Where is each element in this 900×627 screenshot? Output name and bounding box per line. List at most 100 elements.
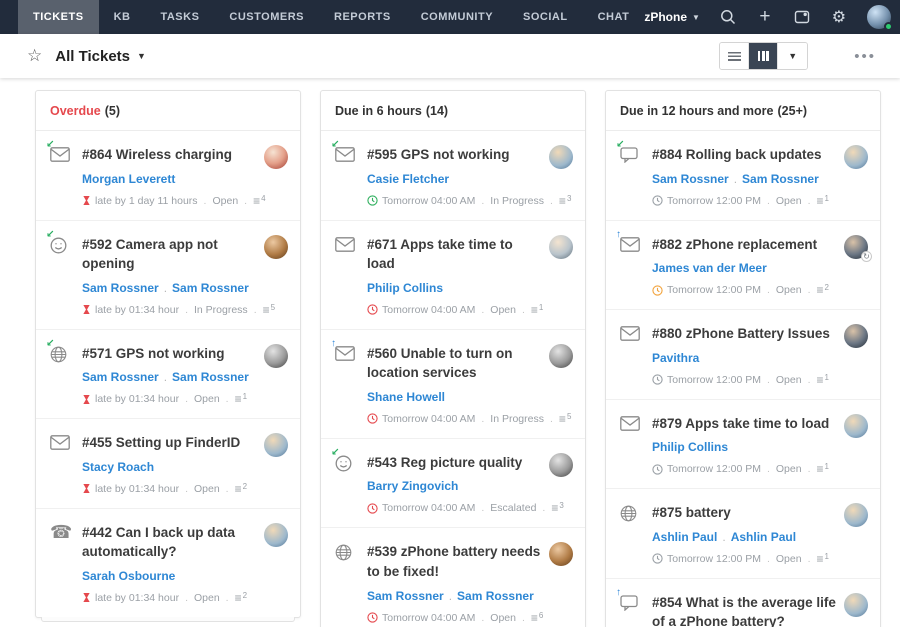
ticket-subject[interactable]: #864 Wireless charging: [82, 145, 258, 165]
contact-link[interactable]: Ashlin Paul: [652, 530, 717, 544]
avatar-wrap: [844, 503, 868, 565]
ticket-card[interactable]: ↙ #543 Reg picture quality Barry Zingovi…: [321, 439, 585, 529]
ticket-subject[interactable]: #455 Setting up FinderID: [82, 433, 258, 453]
ticket-contacts: Casie Fletcher: [367, 172, 543, 186]
contact-link[interactable]: Ashlin Paul: [731, 530, 796, 544]
contact-link[interactable]: Sam Rossner: [82, 281, 159, 295]
ticket-subject[interactable]: #875 battery: [652, 503, 838, 523]
due-text: Tomorrow 12:00 PM: [667, 374, 761, 386]
ticket-card[interactable]: #539 zPhone battery needs to be fixed! S…: [321, 528, 585, 627]
nav-tab-tickets[interactable]: TICKETS: [18, 0, 99, 34]
ticket-contacts: Philip Collins: [652, 440, 838, 454]
ticket-card[interactable]: ↑ #882 zPhone replacement James van der …: [606, 221, 880, 311]
contact-avatar: [844, 414, 868, 438]
add-icon[interactable]: +: [756, 8, 774, 26]
nav-tab-community[interactable]: COMMUNITY: [406, 0, 508, 34]
ticket-body: #880 zPhone Battery Issues Pavithra Tomo…: [652, 324, 838, 386]
ticket-body: #539 zPhone battery needs to be fixed! S…: [367, 542, 543, 623]
feeds-icon[interactable]: [793, 8, 811, 26]
contact-link[interactable]: Philip Collins: [367, 281, 443, 295]
contact-link[interactable]: James van der Meer: [652, 261, 767, 275]
outgoing-arrow-icon: ↑: [616, 588, 621, 598]
due-clock-icon: [367, 612, 378, 623]
contact-link[interactable]: Morgan Leverett: [82, 172, 175, 186]
ticket-subject[interactable]: #592 Camera app not opening: [82, 235, 258, 274]
ticket-body: #882 zPhone replacement James van der Me…: [652, 235, 838, 297]
ticket-subject[interactable]: #854 What is the average life of a zPhon…: [652, 593, 838, 627]
contact-link[interactable]: Philip Collins: [652, 440, 728, 454]
ticket-subject[interactable]: #539 zPhone battery needs to be fixed!: [367, 542, 543, 581]
contact-link[interactable]: Sam Rossner: [367, 589, 444, 603]
contact-avatar: [844, 324, 868, 348]
ticket-subject[interactable]: #543 Reg picture quality: [367, 453, 543, 473]
ticket-card[interactable]: ↑ #560 Unable to turn on location servic…: [321, 330, 585, 439]
ticket-subject[interactable]: #884 Rolling back updates: [652, 145, 838, 165]
ticket-card[interactable]: ↙ #884 Rolling back updates Sam Rossner.…: [606, 131, 880, 221]
ticket-subject[interactable]: #560 Unable to turn on location services: [367, 344, 543, 383]
ticket-subject[interactable]: #571 GPS not working: [82, 344, 258, 364]
ticket-subject[interactable]: #880 zPhone Battery Issues: [652, 324, 838, 344]
ticket-subject[interactable]: #442 Can I back up data automatically?: [82, 523, 258, 562]
ticket-subject[interactable]: #595 GPS not working: [367, 145, 543, 165]
ticket-subject[interactable]: #879 Apps take time to load: [652, 414, 838, 434]
ticket-card[interactable]: ↙ #571 GPS not working Sam Rossner.Sam R…: [36, 330, 300, 420]
favorite-star-icon[interactable]: ☆: [27, 46, 42, 66]
ticket-meta: Tomorrow 12:00 PM . Open . ≡1: [652, 195, 838, 207]
ticket-card[interactable]: #455 Setting up FinderID Stacy Roach lat…: [36, 419, 300, 509]
view-dropdown-caret-icon[interactable]: ▼: [137, 51, 146, 61]
contact-avatar: [549, 344, 573, 368]
settings-icon[interactable]: ⚙: [830, 8, 848, 26]
ticket-card[interactable]: #880 zPhone Battery Issues Pavithra Tomo…: [606, 310, 880, 400]
kanban-view-button[interactable]: [749, 43, 778, 69]
contact-link[interactable]: Shane Howell: [367, 390, 445, 404]
contact-link[interactable]: Sam Rossner: [172, 281, 249, 295]
ticket-card[interactable]: #671 Apps take time to load Philip Colli…: [321, 221, 585, 330]
ticket-card[interactable]: ↙ #595 GPS not working Casie Fletcher To…: [321, 131, 585, 221]
email-channel-icon: [335, 235, 367, 316]
status-label: Open: [212, 195, 238, 207]
contact-link[interactable]: Sam Rossner: [652, 172, 729, 186]
contact-link[interactable]: Sam Rossner: [742, 172, 819, 186]
status-label: In Progress: [194, 304, 248, 316]
contact-link[interactable]: Stacy Roach: [82, 460, 154, 474]
contact-link[interactable]: Sarah Osbourne: [82, 569, 175, 583]
nav-tab-tasks[interactable]: TASKS: [145, 0, 214, 34]
list-view-button[interactable]: [720, 43, 749, 69]
ticket-body: #560 Unable to turn on location services…: [367, 344, 543, 425]
incoming-arrow-icon: ↙: [331, 448, 339, 458]
contact-link[interactable]: Sam Rossner: [172, 370, 249, 384]
contact-link[interactable]: Casie Fletcher: [367, 172, 449, 186]
ticket-card[interactable]: ↑ #854 What is the average life of a zPh…: [606, 579, 880, 627]
search-icon[interactable]: [719, 8, 737, 26]
outgoing-arrow-icon: ↑: [616, 230, 621, 240]
contact-link[interactable]: Sam Rossner: [457, 589, 534, 603]
ticket-contacts: Pavithra: [652, 351, 838, 365]
nav-tab-reports[interactable]: REPORTS: [319, 0, 406, 34]
view-title[interactable]: All Tickets: [55, 48, 130, 65]
user-avatar[interactable]: [867, 5, 891, 29]
ticket-card[interactable]: ☎ #442 Can I back up data automatically?…: [36, 509, 300, 617]
status-label: Escalated: [490, 502, 536, 514]
view-options-button[interactable]: ▼: [778, 43, 807, 69]
contact-avatar: [264, 523, 288, 547]
ticket-contacts: Sarah Osbourne: [82, 569, 258, 583]
nav-tab-kb[interactable]: KB: [99, 0, 146, 34]
ticket-card[interactable]: ↙ #592 Camera app not opening Sam Rossne…: [36, 221, 300, 330]
contact-link[interactable]: Barry Zingovich: [367, 479, 458, 493]
more-options-button[interactable]: •••: [854, 48, 876, 65]
contact-avatar: [264, 235, 288, 259]
ticket-subject[interactable]: #882 zPhone replacement: [652, 235, 838, 255]
status-label: Open: [490, 304, 516, 316]
nav-tab-chat[interactable]: CHAT: [583, 0, 645, 34]
product-selector[interactable]: zPhone ▼: [644, 10, 700, 24]
ticket-card[interactable]: #875 battery Ashlin Paul.Ashlin Paul Tom…: [606, 489, 880, 579]
ticket-card[interactable]: #879 Apps take time to load Philip Colli…: [606, 400, 880, 490]
incoming-arrow-icon: ↙: [46, 140, 54, 150]
ticket-card[interactable]: ↙ #864 Wireless charging Morgan Leverett…: [36, 131, 300, 221]
contact-link[interactable]: Sam Rossner: [82, 370, 159, 384]
ticket-subject[interactable]: #671 Apps take time to load: [367, 235, 543, 274]
nav-tab-customers[interactable]: CUSTOMERS: [214, 0, 319, 34]
nav-tab-social[interactable]: SOCIAL: [508, 0, 583, 34]
contact-link[interactable]: Pavithra: [652, 351, 699, 365]
avatar-wrap: ↻: [844, 235, 868, 297]
